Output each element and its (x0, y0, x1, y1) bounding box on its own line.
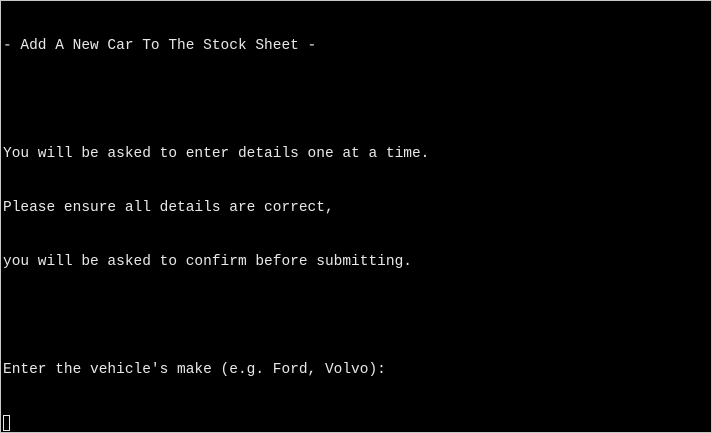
make-input[interactable] (3, 415, 709, 432)
page-title: - Add A New Car To The Stock Sheet - (3, 38, 317, 54)
text-cursor (3, 415, 10, 431)
terminal-output[interactable]: - Add A New Car To The Stock Sheet - You… (3, 1, 709, 432)
input-prompt: Enter the vehicle's make (e.g. Ford, Vol… (3, 362, 386, 378)
instruction-line: you will be asked to confirm before subm… (3, 254, 412, 270)
instruction-line: You will be asked to enter details one a… (3, 146, 430, 162)
instruction-line: Please ensure all details are correct, (3, 200, 334, 216)
terminal-window: - Add A New Car To The Stock Sheet - You… (0, 0, 712, 433)
